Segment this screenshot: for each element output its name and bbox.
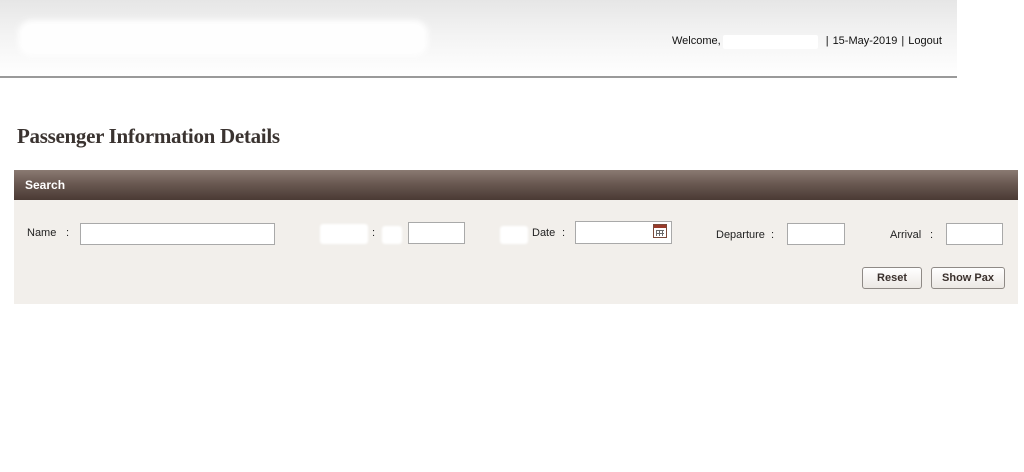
redacted-field-part bbox=[382, 226, 402, 244]
field2-input[interactable] bbox=[408, 222, 465, 244]
date-label: Date bbox=[532, 227, 556, 239]
reset-button[interactable]: Reset bbox=[862, 267, 922, 289]
show-pax-button[interactable]: Show Pax bbox=[931, 267, 1005, 289]
date-colon: : bbox=[562, 227, 566, 239]
search-section-header: Search bbox=[14, 170, 1018, 200]
field2-colon: : bbox=[372, 227, 376, 239]
separator: | bbox=[901, 35, 905, 47]
redacted-field-label bbox=[320, 224, 368, 244]
redacted-username bbox=[722, 35, 818, 49]
welcome-label: Welcome, bbox=[672, 35, 721, 47]
name-colon: : bbox=[66, 227, 70, 239]
departure-label: Departure bbox=[716, 229, 765, 241]
page-title: Passenger Information Details bbox=[17, 124, 280, 148]
header-edge bbox=[957, 0, 1024, 80]
name-input[interactable] bbox=[80, 223, 275, 245]
arrival-colon: : bbox=[930, 229, 934, 241]
user-info-bar: Welcome, | 15-May-2019 | Logout bbox=[672, 35, 942, 49]
departure-colon: : bbox=[771, 229, 775, 241]
current-date: 15-May-2019 bbox=[832, 35, 898, 47]
calendar-icon[interactable] bbox=[653, 224, 667, 238]
name-label: Name bbox=[27, 227, 57, 239]
redacted-logo bbox=[18, 20, 428, 56]
departure-input[interactable] bbox=[787, 223, 845, 245]
separator: | bbox=[825, 35, 829, 47]
arrival-input[interactable] bbox=[946, 223, 1003, 245]
logout-link[interactable]: Logout bbox=[908, 35, 942, 47]
arrival-label: Arrival bbox=[890, 229, 922, 241]
redacted-date-prefix bbox=[500, 226, 528, 244]
